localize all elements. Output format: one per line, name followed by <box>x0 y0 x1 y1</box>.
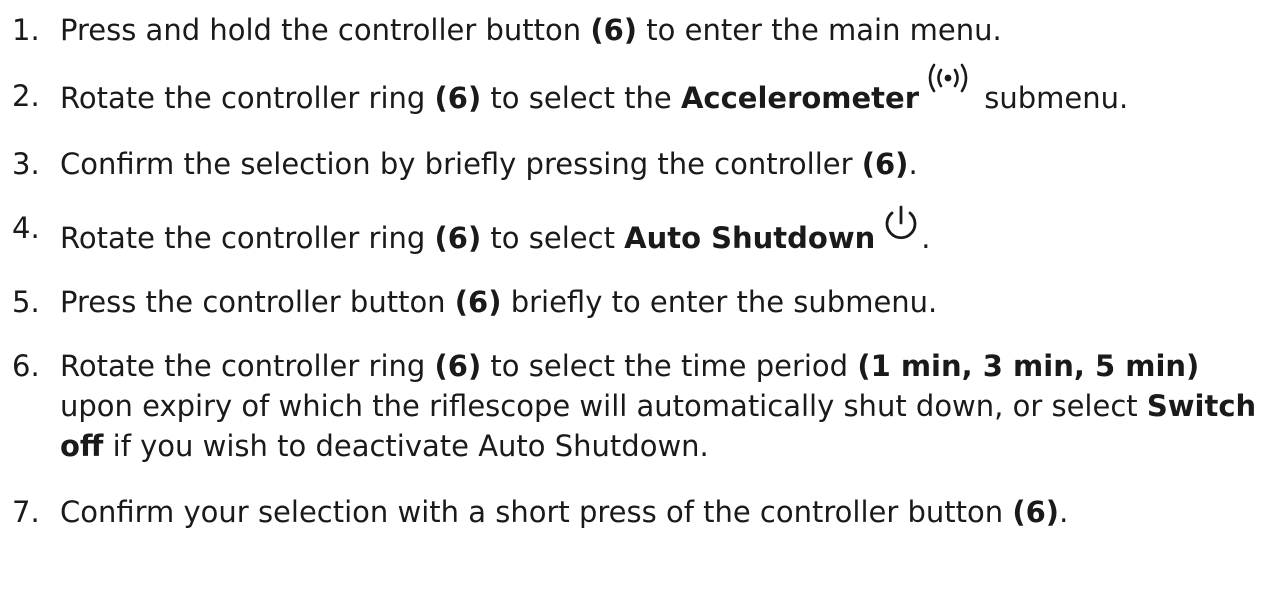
step-4: 4. Rotate the controller ring (6) to sel… <box>12 205 1274 258</box>
step-text-part: Confirm your selection with a short pres… <box>60 495 1013 529</box>
step-text-part: submenu. <box>975 81 1129 115</box>
step-text-part: briefly to enter the submenu. <box>501 285 938 319</box>
button-reference: (6) <box>434 221 482 255</box>
step-1: 1. Press and hold the controller button … <box>12 10 1274 50</box>
accelerometer-signal-icon <box>925 62 971 94</box>
step-text-part: Rotate the controller ring <box>60 221 435 255</box>
button-reference: (6) <box>454 285 502 319</box>
step-6: 6. Rotate the controller ring (6) to sel… <box>12 346 1274 466</box>
step-number: 7. <box>12 495 40 529</box>
menu-name: Accelerometer <box>680 81 920 115</box>
button-reference: (6) <box>434 81 482 115</box>
step-text-part: Rotate the controller ring <box>60 81 435 115</box>
step-2: 2. Rotate the controller ring (6) to sel… <box>12 63 1274 118</box>
instruction-steps: 1. Press and hold the controller button … <box>12 10 1274 558</box>
step-text-part: to select <box>481 221 625 255</box>
step-text: Press and hold the controller button (6)… <box>60 10 1274 50</box>
step-text-part: to select the time period <box>481 349 858 383</box>
menu-name: Auto Shutdown <box>624 221 876 255</box>
step-text-part: Confirm the selection by briefly pressin… <box>60 147 862 181</box>
step-text-part: . <box>921 221 931 255</box>
button-reference: (6) <box>590 13 638 47</box>
button-reference: (6) <box>434 349 482 383</box>
button-reference: (6) <box>861 147 909 181</box>
time-period-options: (1 min, 3 min, 5 min) <box>857 349 1200 383</box>
step-text-part: upon expiry of which the riflescope will… <box>60 389 1147 423</box>
step-number: 4. <box>12 211 40 245</box>
step-text-part: if you wish to deactivate Auto Shutdown. <box>103 429 709 463</box>
power-icon <box>881 204 921 244</box>
step-text: Press the controller button (6) briefly … <box>60 282 1274 322</box>
button-reference: (6) <box>1012 495 1060 529</box>
step-text-part: Press the controller button <box>60 285 455 319</box>
step-text-part: Rotate the controller ring <box>60 349 435 383</box>
step-text-part: Press and hold the controller button <box>60 13 591 47</box>
step-number: 3. <box>12 147 40 181</box>
step-text: Confirm the selection by briefly pressin… <box>60 144 1274 184</box>
step-5: 5. Press the controller button (6) brief… <box>12 282 1274 322</box>
step-text-part: . <box>1059 495 1069 529</box>
step-text-part: to enter the main menu. <box>637 13 1002 47</box>
step-number: 2. <box>12 79 40 113</box>
step-number: 6. <box>12 349 40 383</box>
step-text: Rotate the controller ring (6) to select… <box>60 205 1274 258</box>
step-text-part: to select the <box>481 81 681 115</box>
step-3: 3. Confirm the selection by briefly pres… <box>12 144 1274 184</box>
step-number: 1. <box>12 13 40 47</box>
step-text: Confirm your selection with a short pres… <box>60 492 1274 532</box>
step-text-part: . <box>908 147 918 181</box>
step-7: 7. Confirm your selection with a short p… <box>12 492 1274 532</box>
step-text: Rotate the controller ring (6) to select… <box>60 346 1274 466</box>
step-text: Rotate the controller ring (6) to select… <box>60 63 1274 118</box>
step-number: 5. <box>12 285 40 319</box>
